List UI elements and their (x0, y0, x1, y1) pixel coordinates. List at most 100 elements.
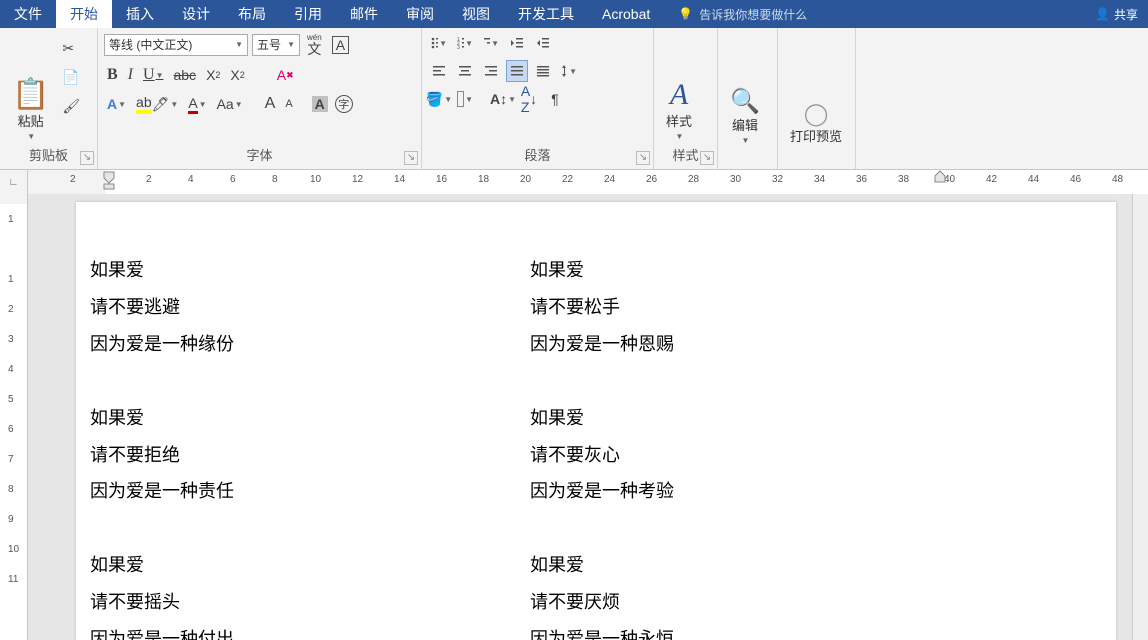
styles-button[interactable]: A 样式 ▼ (660, 32, 698, 143)
tab-design[interactable]: 设计 (168, 0, 224, 28)
group-editing-label (724, 147, 771, 167)
font-name-select[interactable]: 等线 (中文正文)▼ (104, 34, 248, 56)
document-area: 1 1 2 3 4 5 6 7 8 9 10 11 如果爱 请不要逃避 因为爱是… (0, 194, 1148, 640)
show-marks-button[interactable]: ¶ (544, 88, 566, 110)
decrease-indent-button[interactable] (506, 32, 528, 54)
tab-layout[interactable]: 布局 (224, 0, 280, 28)
scissors-icon: ✂ (62, 40, 74, 57)
text-line: 如果爱 (90, 252, 516, 289)
subscript-button[interactable]: X2 (203, 65, 223, 85)
group-font-label: 字体 (104, 143, 415, 167)
group-paragraph: ▼ 123▼ ▼ ▼ (422, 28, 654, 169)
shrink-font-button[interactable]: A (282, 96, 295, 112)
character-border-button[interactable]: A (329, 34, 352, 56)
tell-me-placeholder: 告诉我你想要做什么 (699, 6, 807, 23)
cut-button[interactable]: ✂ (59, 38, 83, 59)
print-preview-button[interactable]: ◯ 打印预览 (784, 32, 848, 147)
borders-button[interactable]: ▼ (454, 88, 476, 110)
bold-button[interactable]: B (104, 64, 121, 86)
ruler-tick: 20 (520, 174, 531, 185)
tab-file[interactable]: 文件 (0, 0, 56, 28)
vertical-scrollbar[interactable] (1132, 194, 1148, 640)
align-justify-icon (510, 64, 524, 78)
tab-home[interactable]: 开始 (56, 0, 112, 28)
tab-view[interactable]: 视图 (448, 0, 504, 28)
align-distributed-button[interactable] (532, 60, 554, 82)
multilevel-list-button[interactable]: ▼ (480, 32, 502, 54)
group-font: 等线 (中文正文)▼ 五号▼ wén文 A B I U▼ abc X2 X2 A… (98, 28, 422, 169)
align-right-button[interactable] (480, 60, 502, 82)
vruler-tick: 9 (8, 514, 14, 525)
char-shading-button[interactable]: A (312, 96, 328, 112)
align-justify-button[interactable] (506, 60, 528, 82)
format-painter-button[interactable]: 🖌 (59, 96, 83, 117)
underline-button[interactable]: U▼ (140, 64, 166, 86)
indent-icon (536, 36, 550, 50)
tab-references[interactable]: 引用 (280, 0, 336, 28)
vruler-tick: 11 (8, 574, 18, 585)
group-paragraph-label: 段落 (428, 143, 647, 167)
left-indent-marker[interactable] (103, 170, 113, 180)
paste-button[interactable]: 📋 粘贴 ▼ (6, 32, 55, 143)
tab-insert[interactable]: 插入 (112, 0, 168, 28)
italic-button[interactable]: I (125, 64, 136, 86)
line-spacing-button[interactable]: ▼ (558, 60, 580, 82)
vruler-tick: 3 (8, 334, 14, 345)
ruler-tick: 36 (856, 174, 867, 185)
tell-me-box[interactable]: 💡 告诉我你想要做什么 (664, 0, 1085, 28)
align-center-icon (458, 64, 472, 78)
align-left-button[interactable] (428, 60, 450, 82)
person-icon: 👤 (1095, 7, 1110, 21)
page[interactable]: 如果爱 请不要逃避 因为爱是一种缘份 如果爱 请不要拒绝 因为爱是一种责任 如果… (76, 202, 1116, 640)
right-indent-marker[interactable] (934, 170, 944, 180)
text-direction-button[interactable]: A↕▼ (492, 88, 514, 110)
clipboard-launcher[interactable]: ↘ (80, 151, 94, 165)
sort-button[interactable]: AZ↓ (518, 88, 540, 110)
styles-launcher[interactable]: ↘ (700, 151, 714, 165)
highlight-button[interactable]: ab🖊▼ (133, 92, 181, 116)
tab-acrobat[interactable]: Acrobat (588, 0, 664, 28)
copy-button[interactable]: 📄 (59, 67, 83, 88)
vruler-tick: 7 (8, 454, 14, 465)
text-line: 因为爱是一种责任 (90, 473, 516, 510)
tab-review[interactable]: 审阅 (392, 0, 448, 28)
grow-font-button[interactable]: A (262, 93, 279, 115)
ruler-tick: 28 (688, 174, 699, 185)
text-line: 如果爱 (90, 547, 516, 584)
tab-selector[interactable]: ∟ (0, 170, 28, 194)
ruler-vertical[interactable]: 1 1 2 3 4 5 6 7 8 9 10 11 (0, 194, 28, 640)
tab-mailings[interactable]: 邮件 (336, 0, 392, 28)
text-column-left[interactable]: 如果爱 请不要逃避 因为爱是一种缘份 如果爱 请不要拒绝 因为爱是一种责任 如果… (76, 252, 516, 640)
text-column-right[interactable]: 如果爱 请不要松手 因为爱是一种恩赐 如果爱 请不要灰心 因为爱是一种考验 如果… (516, 252, 956, 640)
numbering-button[interactable]: 123▼ (454, 32, 476, 54)
enclose-char-button[interactable]: 字 (332, 93, 356, 115)
superscript-button[interactable]: X2 (227, 65, 247, 85)
tab-developer[interactable]: 开发工具 (504, 0, 588, 28)
change-case-button[interactable]: Aa▼ (214, 94, 246, 114)
vruler-tick: 10 (8, 544, 19, 555)
increase-indent-button[interactable] (532, 32, 554, 54)
phonetic-guide-button[interactable]: wén文 (304, 32, 325, 58)
vruler-tick: 1 (8, 214, 14, 225)
strikethrough-button[interactable]: abc (170, 65, 199, 85)
align-center-button[interactable] (454, 60, 476, 82)
font-launcher[interactable]: ↘ (404, 151, 418, 165)
bullets-button[interactable]: ▼ (428, 32, 450, 54)
paint-bucket-icon: 🪣 (426, 91, 443, 108)
ruler-tick: 48 (1112, 174, 1123, 185)
shading-button[interactable]: 🪣▼ (428, 88, 450, 110)
paste-label: 粘贴 (18, 114, 44, 130)
clear-formatting-button[interactable]: A✖ (274, 65, 297, 85)
text-effects-button[interactable]: A▼ (104, 94, 129, 114)
share-button[interactable]: 👤 共享 (1085, 0, 1148, 28)
editing-button[interactable]: 🔍 编辑 ▼ (724, 32, 766, 147)
vruler-tick: 1 (8, 274, 14, 285)
font-size-select[interactable]: 五号▼ (252, 34, 300, 56)
font-color-button[interactable]: A▼ (185, 93, 209, 116)
paragraph-launcher[interactable]: ↘ (636, 151, 650, 165)
numbering-icon: 123 (457, 36, 464, 50)
editing-label: 编辑 (732, 118, 758, 134)
ruler-horizontal[interactable]: ∟ 2 2 4 6 8 10 12 14 16 18 20 22 24 26 2… (0, 170, 1148, 194)
vruler-tick: 5 (8, 394, 14, 405)
clipboard-icon: 📋 (12, 77, 49, 112)
